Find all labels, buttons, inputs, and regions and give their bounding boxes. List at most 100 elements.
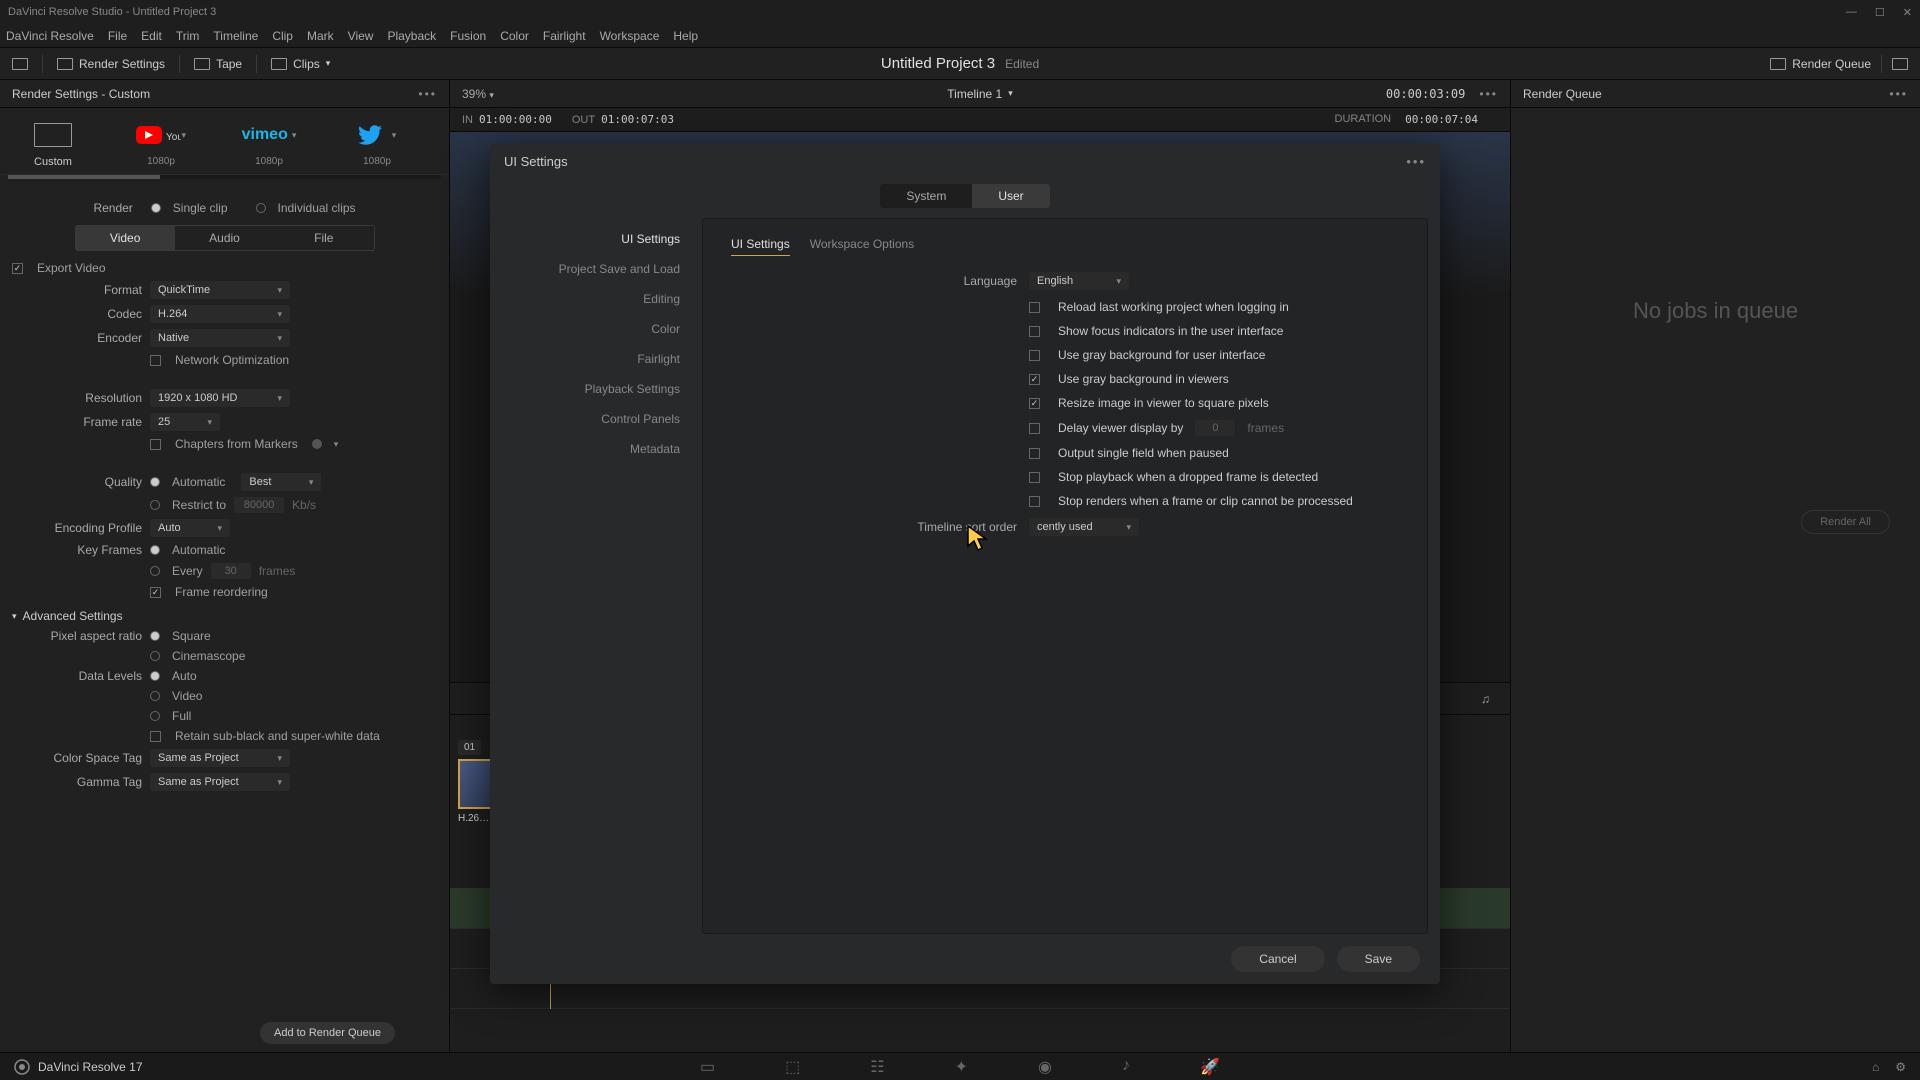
preset-scrollbar[interactable] bbox=[8, 175, 441, 179]
edit-page-icon[interactable]: ☷ bbox=[870, 1057, 884, 1077]
menu-item[interactable]: Fairlight bbox=[543, 29, 586, 43]
menu-item[interactable]: Clip bbox=[272, 29, 293, 43]
menu-item[interactable]: View bbox=[348, 29, 374, 43]
focus-checkbox[interactable] bbox=[1029, 326, 1040, 337]
cancel-button[interactable]: Cancel bbox=[1231, 946, 1324, 972]
codec-select[interactable]: H.264▾ bbox=[150, 305, 290, 323]
queue-menu-icon[interactable]: ••• bbox=[1889, 87, 1908, 101]
sidebar-fairlight[interactable]: Fairlight bbox=[502, 344, 692, 374]
menu-item[interactable]: File bbox=[108, 29, 127, 43]
reload-checkbox[interactable] bbox=[1029, 302, 1040, 313]
gear-icon[interactable]: ⚙ bbox=[1895, 1060, 1906, 1074]
in-value[interactable]: 01:00:00:00 bbox=[479, 113, 552, 126]
every-input[interactable] bbox=[211, 563, 251, 579]
tab-system[interactable]: System bbox=[880, 184, 972, 208]
menu-item[interactable]: Help bbox=[673, 29, 698, 43]
timeline-name[interactable]: Timeline 1▾ bbox=[947, 87, 1012, 101]
tape-toggle[interactable]: Tape bbox=[194, 57, 242, 71]
sidebar-playback[interactable]: Playback Settings bbox=[502, 374, 692, 404]
restrict-input[interactable] bbox=[234, 497, 284, 513]
sidebar-editing[interactable]: Editing bbox=[502, 284, 692, 314]
keyframes-auto-radio[interactable] bbox=[150, 545, 160, 555]
quality-auto-radio[interactable] bbox=[150, 477, 160, 487]
video-radio[interactable] bbox=[150, 691, 160, 701]
fusion-page-icon[interactable]: ✦ bbox=[955, 1057, 968, 1077]
preset-twitter[interactable]: ▾ 1080p bbox=[332, 120, 422, 168]
language-select[interactable]: English▾ bbox=[1029, 272, 1129, 290]
music-icon[interactable]: ♫ bbox=[1481, 692, 1490, 706]
close-icon[interactable]: ✕ bbox=[1903, 6, 1912, 19]
media-page-icon[interactable]: ▭ bbox=[700, 1057, 715, 1077]
frame-reorder-checkbox[interactable] bbox=[150, 587, 161, 598]
expand-icon[interactable] bbox=[1892, 58, 1908, 70]
tab-video[interactable]: Video bbox=[76, 226, 175, 250]
resize-checkbox[interactable] bbox=[1029, 398, 1040, 409]
preset-vimeo[interactable]: vimeo▾ 1080p bbox=[224, 120, 314, 168]
preset-youtube[interactable]: YouTube▾ 1080p bbox=[116, 120, 206, 168]
gamma-select[interactable]: Same as Project▾ bbox=[150, 773, 290, 791]
layout-icon[interactable] bbox=[12, 58, 28, 70]
out-value[interactable]: 01:00:07:03 bbox=[601, 113, 674, 126]
fairlight-page-icon[interactable]: ♪ bbox=[1122, 1057, 1130, 1077]
single-clip-radio[interactable] bbox=[151, 203, 161, 213]
framerate-select[interactable]: 25▾ bbox=[150, 413, 220, 431]
every-radio[interactable] bbox=[150, 566, 160, 576]
gray-ui-checkbox[interactable] bbox=[1029, 350, 1040, 361]
cinema-radio[interactable] bbox=[150, 651, 160, 661]
chapters-checkbox[interactable] bbox=[150, 439, 161, 450]
menu-item[interactable]: Edit bbox=[141, 29, 162, 43]
home-icon[interactable]: ⌂ bbox=[1872, 1060, 1879, 1074]
menu-item[interactable]: Playback bbox=[387, 29, 436, 43]
marker-color-icon[interactable] bbox=[312, 439, 322, 449]
subtab-workspace[interactable]: Workspace Options bbox=[810, 237, 915, 256]
chevron-down-icon[interactable]: ▾ bbox=[334, 439, 339, 450]
stop-playback-checkbox[interactable] bbox=[1029, 472, 1040, 483]
delay-input[interactable] bbox=[1195, 420, 1235, 436]
full-radio[interactable] bbox=[150, 711, 160, 721]
delay-checkbox[interactable] bbox=[1029, 423, 1040, 434]
export-video-checkbox[interactable] bbox=[12, 263, 23, 274]
render-all-button[interactable]: Render All bbox=[1801, 510, 1890, 534]
menu-item[interactable]: Trim bbox=[176, 29, 200, 43]
cut-page-icon[interactable]: ⬚ bbox=[785, 1057, 800, 1077]
sidebar-project-save[interactable]: Project Save and Load bbox=[502, 254, 692, 284]
deliver-page-icon[interactable]: 🚀 bbox=[1200, 1057, 1220, 1077]
menu-item[interactable]: Mark bbox=[307, 29, 334, 43]
gray-viewer-checkbox[interactable] bbox=[1029, 374, 1040, 385]
render-settings-toggle[interactable]: Render Settings bbox=[57, 57, 165, 71]
menu-item[interactable]: Color bbox=[500, 29, 529, 43]
network-opt-checkbox[interactable] bbox=[150, 355, 161, 366]
add-to-queue-button[interactable]: Add to Render Queue bbox=[260, 1022, 395, 1044]
restrict-radio[interactable] bbox=[150, 500, 160, 510]
sidebar-metadata[interactable]: Metadata bbox=[502, 434, 692, 464]
render-queue-toggle[interactable]: Render Queue bbox=[1770, 57, 1871, 71]
timecode[interactable]: 00:00:03:09 bbox=[1386, 87, 1465, 101]
panel-menu-icon[interactable]: ••• bbox=[418, 87, 437, 101]
encoder-select[interactable]: Native▾ bbox=[150, 329, 290, 347]
subtab-ui[interactable]: UI Settings bbox=[731, 237, 790, 256]
enc-profile-select[interactable]: Auto▾ bbox=[150, 519, 230, 537]
auto-radio[interactable] bbox=[150, 671, 160, 681]
square-radio[interactable] bbox=[150, 631, 160, 641]
save-button[interactable]: Save bbox=[1337, 946, 1420, 972]
tab-audio[interactable]: Audio bbox=[175, 226, 274, 250]
quality-select[interactable]: Best▾ bbox=[241, 473, 321, 491]
modal-menu-icon[interactable]: ••• bbox=[1406, 154, 1426, 169]
sort-select[interactable]: cently used▾ bbox=[1029, 518, 1139, 536]
colorspace-select[interactable]: Same as Project▾ bbox=[150, 749, 290, 767]
format-select[interactable]: QuickTime▾ bbox=[150, 281, 290, 299]
retain-checkbox[interactable] bbox=[150, 731, 161, 742]
maximize-icon[interactable]: ☐ bbox=[1875, 6, 1885, 19]
output-field-checkbox[interactable] bbox=[1029, 448, 1040, 459]
sidebar-ui-settings[interactable]: UI Settings bbox=[502, 224, 692, 254]
minimize-icon[interactable]: — bbox=[1846, 6, 1857, 19]
menu-item[interactable]: Workspace bbox=[600, 29, 660, 43]
sidebar-control-panels[interactable]: Control Panels bbox=[502, 404, 692, 434]
tab-file[interactable]: File bbox=[274, 226, 373, 250]
menu-item[interactable]: Fusion bbox=[450, 29, 486, 43]
viewer-menu-icon[interactable]: ••• bbox=[1479, 87, 1498, 101]
color-page-icon[interactable]: ◉ bbox=[1038, 1057, 1052, 1077]
stop-render-checkbox[interactable] bbox=[1029, 496, 1040, 507]
individual-clips-radio[interactable] bbox=[256, 203, 266, 213]
menu-item[interactable]: Timeline bbox=[213, 29, 258, 43]
